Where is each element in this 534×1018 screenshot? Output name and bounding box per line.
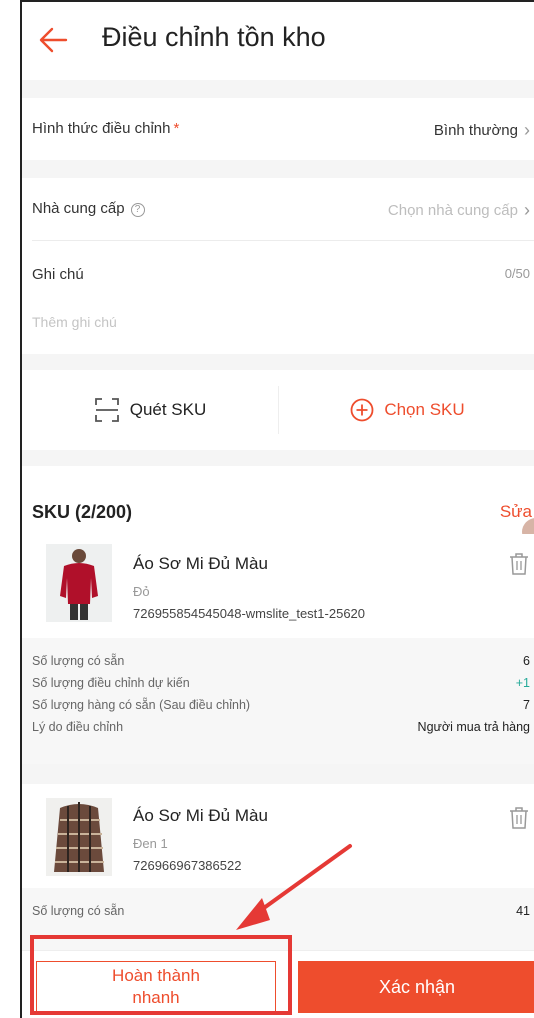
note-counter: 0/50 (504, 266, 530, 281)
product-name: Áo Sơ Mi Đủ Màu (133, 554, 268, 573)
adjust-type-value: Bình thường (433, 122, 518, 139)
note-input[interactable]: Thêm ghi chú (32, 314, 117, 330)
stat-label: Số lượng hàng có sẵn (Sau điều chỉnh) (32, 698, 251, 712)
sku-item: Áo Sơ Mi Đủ Màu Đỏ 726955854545048-wmsli… (22, 534, 534, 638)
question-circle-icon[interactable]: ? (130, 203, 145, 217)
sku-stats: Số lượng có sẵn 6 Số lượng điều chỉnh dự… (22, 638, 534, 764)
stat-value: 7 (523, 698, 530, 712)
stat-value: 6 (523, 654, 530, 668)
product-thumbnail (46, 544, 112, 622)
stat-row: Số lượng hàng có sẵn (Sau điều chỉnh) 7 (32, 698, 530, 712)
scan-sku-label: Quét SKU (129, 400, 207, 419)
adjust-type-label: Hình thức điều chỉnh (32, 120, 171, 137)
plaid-shirt-image (46, 798, 112, 876)
quick-complete-label-line2: nhanh (132, 988, 180, 1007)
choose-sku-label: Chọn SKU (384, 400, 465, 419)
stat-value: +1 (515, 676, 530, 690)
stat-row: Lý do điều chỉnh Người mua trả hàng (32, 720, 530, 734)
product-thumbnail (46, 798, 112, 876)
quick-complete-label-line1: Hoàn thành (112, 966, 200, 985)
required-mark: * (173, 120, 180, 137)
stat-value: 41 (516, 904, 530, 918)
stat-value: Người mua trả hàng (417, 720, 530, 734)
stat-label: Số lượng có sẵn (32, 654, 125, 668)
quick-complete-button[interactable]: Hoàn thành nhanh (36, 961, 276, 1013)
product-sku: 726966967386522 (133, 858, 242, 873)
trash-icon[interactable] (508, 806, 530, 830)
stat-row: Số lượng điều chỉnh dự kiến +1 (32, 676, 530, 690)
product-variant: Đen 1 (133, 836, 168, 851)
edit-button[interactable]: Sửa (500, 502, 532, 522)
stat-label: Số lượng có sẵn (32, 904, 125, 918)
product-name: Áo Sơ Mi Đủ Màu (133, 806, 268, 825)
sku-actions: Quét SKU Chọn SKU (22, 370, 534, 450)
app-screen: Điều chỉnh tồn kho Hình thức điều chỉnh *… (20, 0, 534, 1018)
divider (32, 240, 534, 241)
supplier-label: Nhà cung cấp (32, 200, 125, 217)
trash-icon[interactable] (508, 552, 530, 576)
supplier-row[interactable]: Nhà cung cấp? Chọn nhà cung cấp › (22, 178, 534, 240)
top-bar: Điều chỉnh tồn kho (22, 2, 534, 80)
adjust-type-row[interactable]: Hình thức điều chỉnh * Bình thường › (22, 98, 534, 160)
plus-circle-icon (350, 398, 374, 422)
stat-label: Số lượng điều chỉnh dự kiến (32, 676, 190, 690)
bottom-action-bar: Hoàn thành nhanh Xác nhận (22, 950, 534, 1018)
sku-stats: Số lượng có sẵn 41 (22, 888, 534, 958)
scan-sku-button[interactable]: Quét SKU (22, 370, 278, 450)
supplier-note-section: Nhà cung cấp? Chọn nhà cung cấp › Ghi ch… (22, 178, 534, 354)
note-label: Ghi chú (32, 266, 84, 283)
arrow-left-icon[interactable] (36, 22, 72, 58)
scan-icon (94, 398, 119, 422)
sku-item: Áo Sơ Mi Đủ Màu Đen 1 726966967386522 (22, 784, 534, 888)
stat-row: Số lượng có sẵn 6 (32, 654, 530, 668)
product-sku: 726955854545048-wmslite_test1-25620 (133, 606, 366, 621)
page-title: Điều chỉnh tồn kho (102, 22, 326, 52)
supplier-placeholder: Chọn nhà cung cấp (387, 202, 518, 219)
choose-sku-button[interactable]: Chọn SKU (279, 370, 534, 450)
stat-label: Lý do điều chỉnh (32, 720, 124, 734)
chevron-right-icon: › (524, 120, 530, 140)
stat-row: Số lượng có sẵn 41 (32, 904, 530, 918)
confirm-button[interactable]: Xác nhận (298, 961, 534, 1013)
red-shirt-image (46, 544, 112, 622)
chevron-right-icon: › (524, 200, 530, 220)
product-variant: Đỏ (133, 584, 150, 599)
sku-count-title: SKU (2/200) (32, 502, 133, 522)
